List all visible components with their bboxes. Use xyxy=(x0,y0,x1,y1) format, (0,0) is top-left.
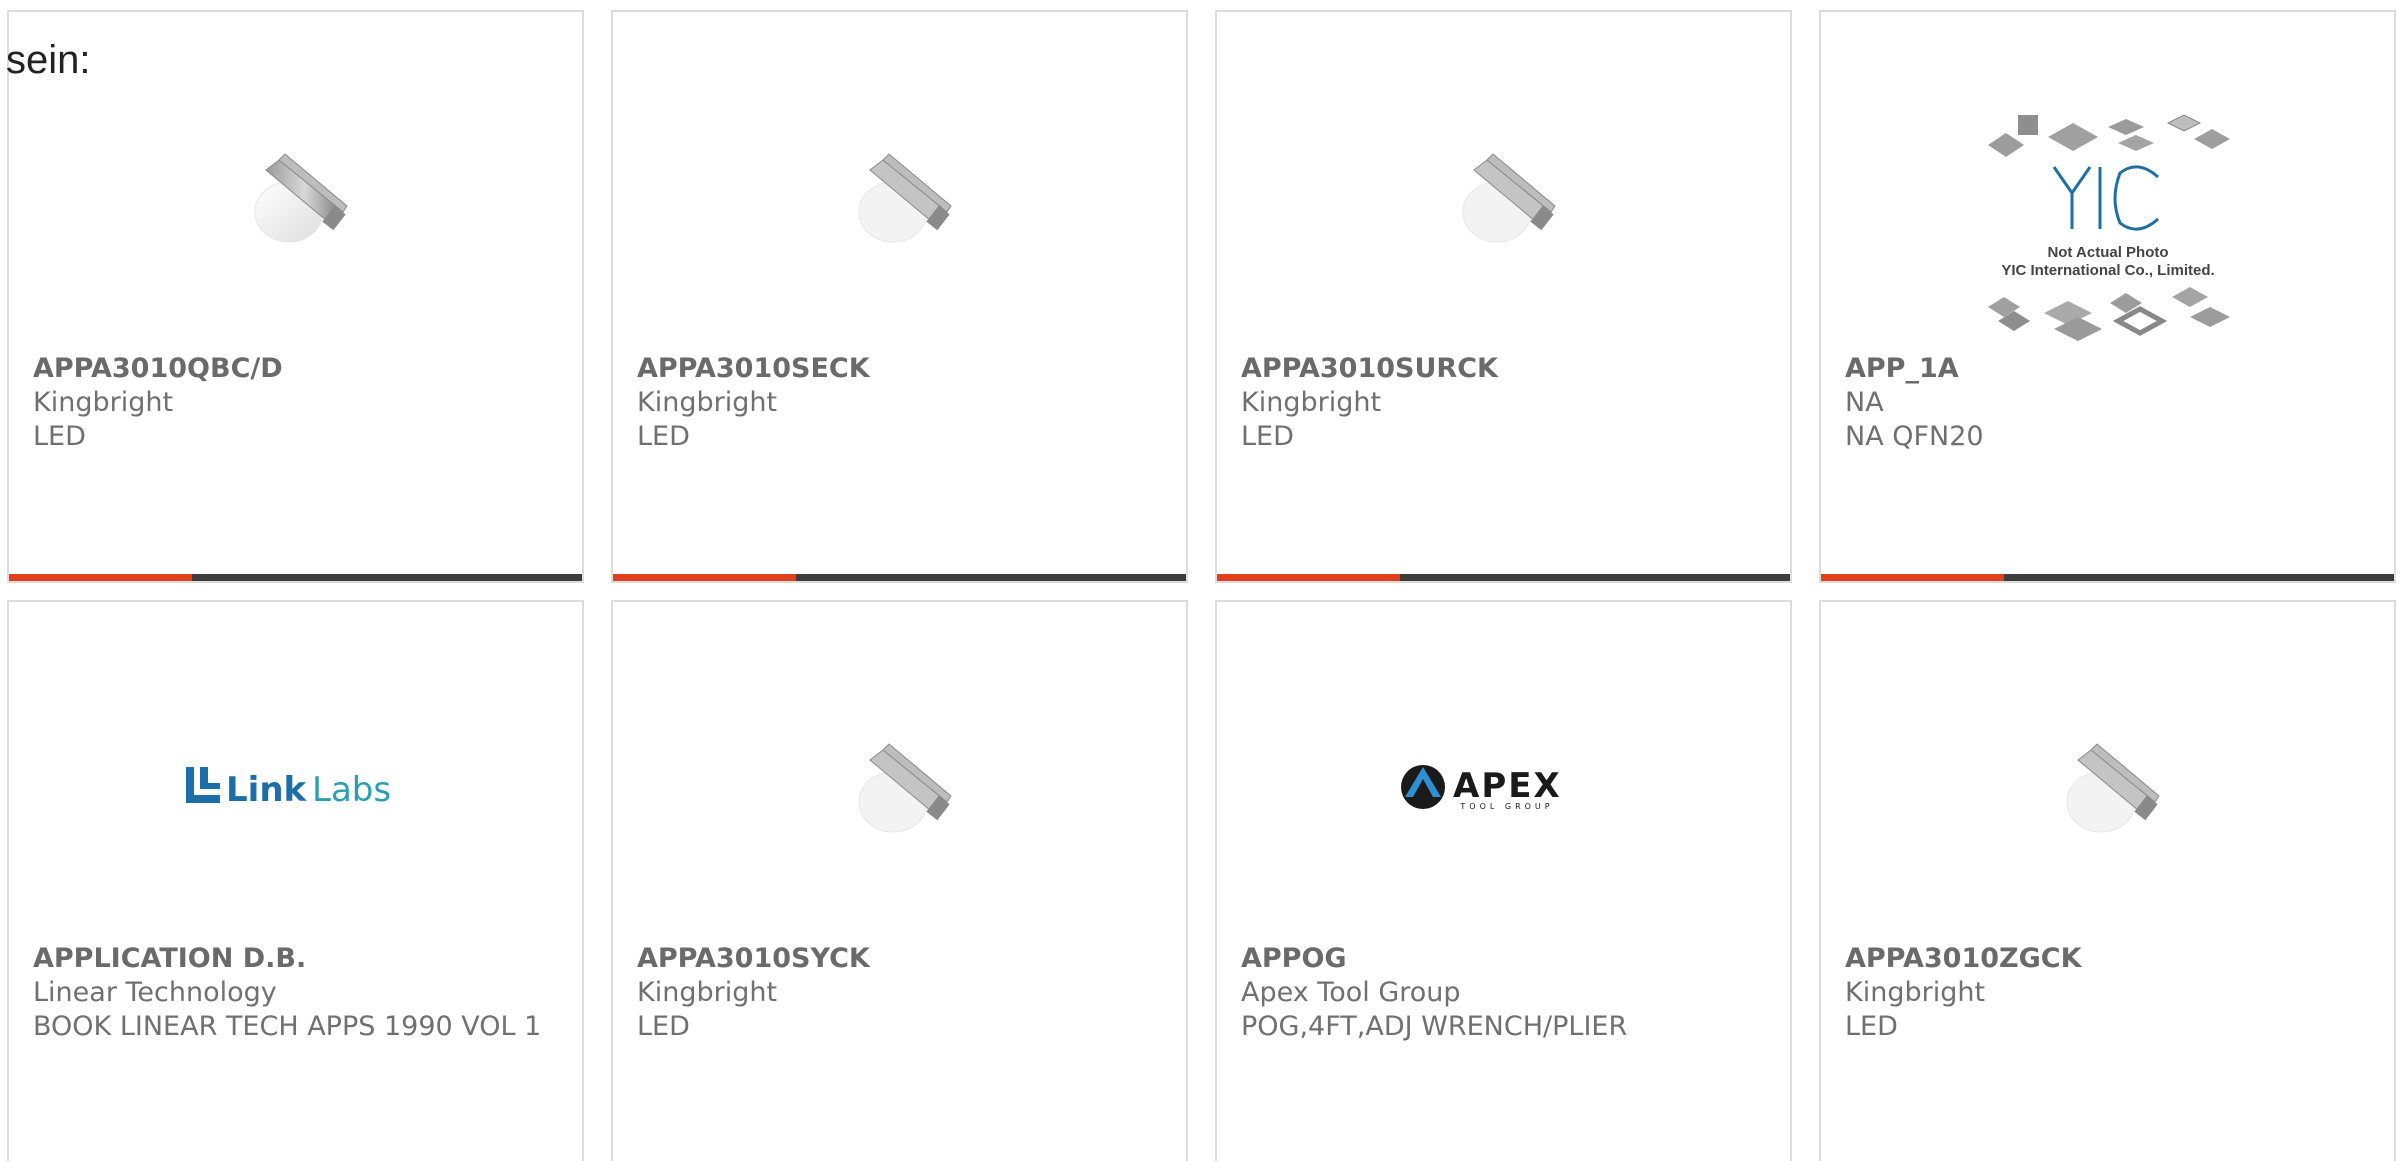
part-number[interactable]: APP_1A xyxy=(1845,352,2370,386)
svg-text:Link: Link xyxy=(226,770,308,810)
product-image xyxy=(1217,52,1790,342)
description: LED xyxy=(1241,421,1294,452)
card-accent xyxy=(9,574,192,581)
led-smd-icon xyxy=(2066,743,2160,833)
manufacturer: Kingbright xyxy=(637,977,778,1008)
product-info: APPLICATION D.B. Linear Technology BOOK … xyxy=(33,942,558,1044)
part-number[interactable]: APPA3010QBC/D xyxy=(33,352,558,386)
product-grid-page: sein: APPA3010QBC/D Kingbright LED APPA3… xyxy=(0,0,2400,1161)
product-info: APPA3010QBC/D Kingbright LED xyxy=(33,352,558,454)
card-bottom-bar xyxy=(613,574,1186,581)
manufacturer: Apex Tool Group xyxy=(1241,977,1461,1008)
manufacturer: NA xyxy=(1845,387,1884,418)
linklabs-logo: Link Labs xyxy=(185,767,391,810)
product-card[interactable]: APPA3010ZGCK Kingbright LED xyxy=(1819,600,2396,1161)
product-image: Not Actual Photo YIC International Co., … xyxy=(1821,102,2394,352)
product-card[interactable]: APPA3010SECK Kingbright LED xyxy=(611,10,1188,583)
manufacturer: Linear Technology xyxy=(33,977,277,1008)
svg-text:YIC International Co., Limited: YIC International Co., Limited. xyxy=(2001,262,2214,279)
product-info: APPA3010SECK Kingbright LED xyxy=(637,352,1162,454)
product-card[interactable]: Link Labs APPLICATION D.B. Linear Techno… xyxy=(7,600,584,1161)
svg-text:TOOL GROUP: TOOL GROUP xyxy=(1459,802,1553,811)
yic-logo xyxy=(2052,165,2159,231)
part-number[interactable]: APPA3010SYCK xyxy=(637,942,1162,976)
card-bottom-bar xyxy=(9,574,582,581)
card-accent xyxy=(1217,574,1400,581)
card-accent xyxy=(613,574,796,581)
product-image xyxy=(613,642,1186,932)
product-info: APPA3010SURCK Kingbright LED xyxy=(1241,352,1766,454)
svg-text:Labs: Labs xyxy=(312,770,391,810)
heading-fragment: sein: xyxy=(6,38,91,82)
product-card[interactable]: APPA3010SYCK Kingbright LED xyxy=(611,600,1188,1161)
product-card[interactable]: Not Actual Photo YIC International Co., … xyxy=(1819,10,2396,583)
part-number[interactable]: APPOG xyxy=(1241,942,1766,976)
product-image xyxy=(1821,642,2394,932)
apex-logo: APEX TOOL GROUP xyxy=(1400,765,1562,811)
description: LED xyxy=(33,421,86,452)
product-image xyxy=(9,52,582,342)
manufacturer: Kingbright xyxy=(637,387,778,418)
product-info: APPA3010SYCK Kingbright LED xyxy=(637,942,1162,1044)
description: LED xyxy=(1845,1011,1898,1042)
product-image: Link Labs xyxy=(9,642,582,932)
card-accent xyxy=(1821,574,2004,581)
card-bottom-bar xyxy=(1217,574,1790,581)
description: LED xyxy=(637,421,690,452)
description: POG,4FT,ADJ WRENCH/PLIER xyxy=(1241,1011,1628,1042)
svg-text:Not Actual Photo: Not Actual Photo xyxy=(2047,244,2168,261)
description: BOOK LINEAR TECH APPS 1990 VOL 1 xyxy=(33,1011,542,1042)
part-number[interactable]: APPA3010SURCK xyxy=(1241,352,1766,386)
led-smd-icon xyxy=(254,153,348,243)
manufacturer: Kingbright xyxy=(33,387,174,418)
card-bottom-bar xyxy=(1821,574,2394,581)
led-smd-icon xyxy=(1462,153,1556,243)
manufacturer: Kingbright xyxy=(1845,977,1986,1008)
part-number[interactable]: APPLICATION D.B. xyxy=(33,942,558,976)
part-number[interactable]: APPA3010ZGCK xyxy=(1845,942,2370,976)
product-info: APP_1A NA NA QFN20 xyxy=(1845,352,2370,454)
led-smd-icon xyxy=(858,153,952,243)
description: LED xyxy=(637,1011,690,1042)
manufacturer: Kingbright xyxy=(1241,387,1382,418)
product-info: APPA3010ZGCK Kingbright LED xyxy=(1845,942,2370,1044)
product-image: APEX TOOL GROUP xyxy=(1217,642,1790,932)
part-number[interactable]: APPA3010SECK xyxy=(637,352,1162,386)
product-card[interactable]: APEX TOOL GROUP APPOG Apex Tool Group PO… xyxy=(1215,600,1792,1161)
yic-placeholder-icon: Not Actual Photo YIC International Co., … xyxy=(1987,114,2230,341)
led-smd-icon xyxy=(858,743,952,833)
product-card[interactable]: APPA3010SURCK Kingbright LED xyxy=(1215,10,1792,583)
product-info: APPOG Apex Tool Group POG,4FT,ADJ WRENCH… xyxy=(1241,942,1766,1044)
description: NA QFN20 xyxy=(1845,421,1984,452)
product-card[interactable]: APPA3010QBC/D Kingbright LED xyxy=(7,10,584,583)
svg-text:APEX: APEX xyxy=(1453,766,1562,806)
product-image xyxy=(613,52,1186,342)
